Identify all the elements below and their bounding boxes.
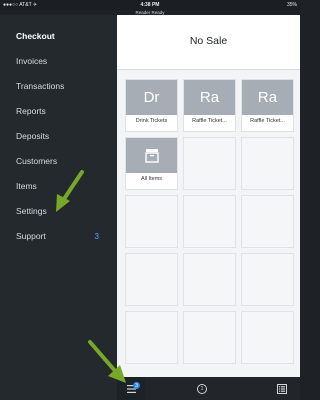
sidebar-item-reports[interactable]: Reports (16, 103, 111, 119)
sidebar-item-support[interactable]: Support 3 (16, 228, 111, 244)
sidebar-item-label: Customers (16, 156, 58, 166)
sidebar-item-invoices[interactable]: Invoices (16, 53, 111, 69)
empty-tile[interactable] (125, 195, 178, 248)
item-label: All Items (140, 176, 163, 182)
empty-tile[interactable] (183, 137, 236, 190)
item-thumbnail: Ra (184, 80, 235, 115)
status-bar: ●●●○○ AT&T ✈ 4:38 PM 35% (0, 0, 300, 10)
item-tile-raffle-ticket-2[interactable]: Ra Raffle Ticket... (241, 79, 294, 132)
annotation-arrow-icon (56, 170, 84, 212)
box-icon (126, 138, 177, 173)
page-title: No Sale (189, 35, 228, 47)
empty-tile[interactable] (183, 195, 236, 248)
item-thumbnail: Dr (126, 80, 177, 115)
sale-header: No Sale (117, 15, 300, 70)
bottom-bar: 3 1 (117, 377, 300, 400)
sidebar-item-checkout[interactable]: Checkout (16, 28, 111, 44)
support-badge: 3 (94, 232, 99, 241)
item-tile-all-items[interactable]: All Items (125, 137, 178, 190)
sidebar-item-label: Items (16, 181, 37, 191)
annotation-arrow-icon (88, 340, 126, 383)
sidebar-item-transactions[interactable]: Transactions (16, 78, 111, 94)
sidebar-item-label: Transactions (16, 81, 65, 91)
menu-badge: 3 (133, 382, 140, 389)
item-tile-raffle-ticket-1[interactable]: Ra Raffle Ticket... (183, 79, 236, 132)
item-label: Raffle Ticket... (192, 118, 227, 124)
empty-tile[interactable] (183, 253, 236, 306)
battery-label: 35% (286, 2, 297, 8)
sidebar-item-label: Deposits (16, 131, 50, 141)
sidebar-item-deposits[interactable]: Deposits (16, 128, 111, 144)
sidebar-item-label: Checkout (16, 31, 55, 41)
list-button[interactable] (264, 377, 300, 400)
center-count-button[interactable]: 1 (175, 377, 229, 400)
items-grid: Dr Drink Tickets Ra Raffle Ticket... Ra … (125, 79, 294, 389)
sidebar-item-label: Support (16, 231, 46, 241)
clock-label: 4:38 PM (140, 2, 160, 8)
item-tile-drink-tickets[interactable]: Dr Drink Tickets (125, 79, 178, 132)
sidebar-item-label: Reports (16, 106, 46, 116)
item-label: Raffle Ticket... (250, 118, 285, 124)
item-label: Drink Tickets (135, 118, 168, 124)
empty-tile[interactable] (183, 311, 236, 364)
main-panel: No Sale Dr Drink Tickets Ra Raffle Ticke… (117, 15, 300, 400)
sidebar-item-label: Settings (16, 206, 47, 216)
sidebar-item-label: Invoices (16, 56, 48, 66)
empty-tile[interactable] (241, 137, 294, 190)
empty-tile[interactable] (125, 311, 178, 364)
center-count: 1 (200, 385, 204, 392)
empty-tile[interactable] (125, 253, 178, 306)
empty-tile[interactable] (241, 195, 294, 248)
item-thumbnail: Ra (242, 80, 293, 115)
empty-tile[interactable] (241, 311, 294, 364)
empty-tile[interactable] (241, 253, 294, 306)
list-icon (277, 383, 287, 394)
